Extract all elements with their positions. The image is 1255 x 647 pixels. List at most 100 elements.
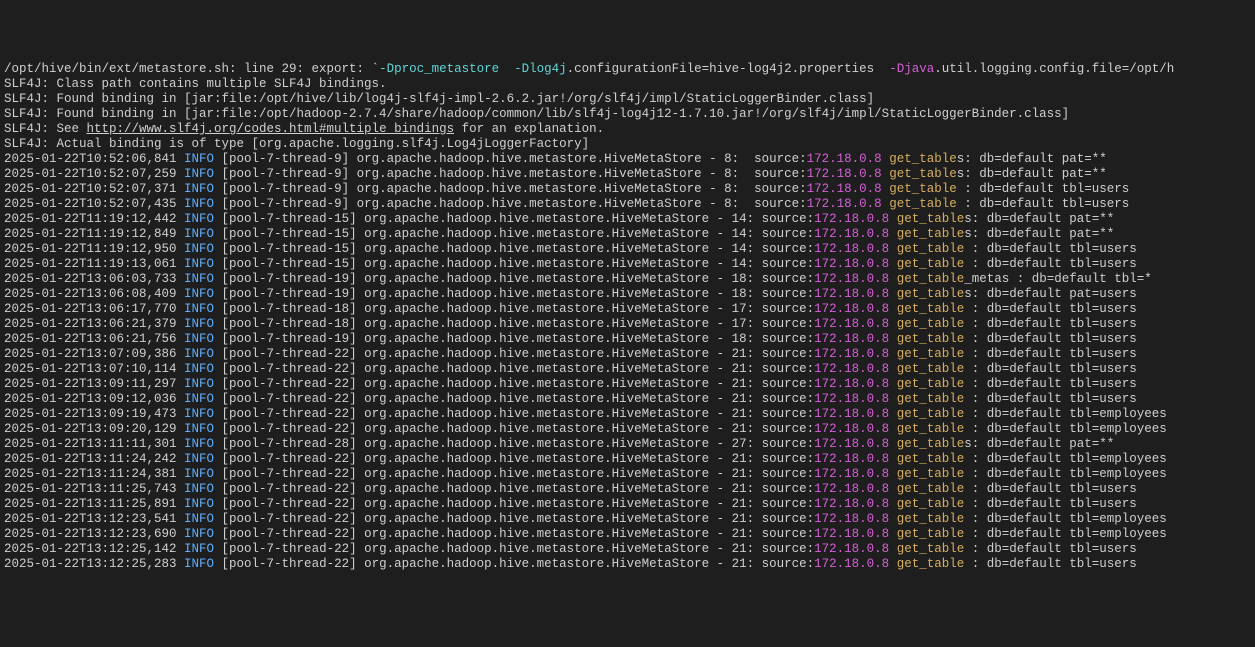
log-level: INFO [184,332,214,346]
log-text [889,272,897,286]
log-line: 2025-01-22T10:52:07,371 INFO [pool-7-thr… [4,182,1251,197]
log-class: org.apache.hadoop.hive.metastore.HiveMet… [357,482,755,496]
log-params: : db=default tbl=users [964,377,1137,391]
log-text [889,392,897,406]
log-level: INFO [184,542,214,556]
log-line: 2025-01-22T13:06:03,733 INFO [pool-7-thr… [4,272,1251,287]
log-level: INFO [184,467,214,481]
log-action: get_table [897,527,965,541]
log-line: 2025-01-22T10:52:07,259 INFO [pool-7-thr… [4,167,1251,182]
log-line: 2025-01-22T11:19:13,061 INFO [pool-7-thr… [4,257,1251,272]
log-line: 2025-01-22T13:06:17,770 INFO [pool-7-thr… [4,302,1251,317]
log-source-ip: 172.18.0.8 [814,347,889,361]
log-class: org.apache.hadoop.hive.metastore.HiveMet… [357,272,755,286]
log-thread: [pool-7-thread-22] [214,452,357,466]
log-thread: [pool-7-thread-15] [214,242,357,256]
log-text [889,257,897,271]
log-params: : db=default tbl=users [964,362,1137,376]
log-action: get_table [897,497,965,511]
terminal-output[interactable]: /opt/hive/bin/ext/metastore.sh: line 29:… [4,62,1251,572]
log-thread: [pool-7-thread-15] [214,227,357,241]
log-source-label: source: [754,422,814,436]
log-class: org.apache.hadoop.hive.metastore.HiveMet… [357,152,747,166]
log-line: 2025-01-22T13:09:11,297 INFO [pool-7-thr… [4,377,1251,392]
log-text: for an explanation. [454,122,604,136]
log-timestamp: 2025-01-22T11:19:12,442 [4,212,184,226]
log-thread: [pool-7-thread-22] [214,527,357,541]
log-source-ip: 172.18.0.8 [814,212,889,226]
log-level: INFO [184,407,214,421]
log-class: org.apache.hadoop.hive.metastore.HiveMet… [357,287,755,301]
log-action: get_table [897,332,965,346]
log-line: SLF4J: Found binding in [jar:file:/opt/h… [4,92,1251,107]
log-action: get_table [897,437,965,451]
log-params: : db=default tbl=employees [964,512,1167,526]
log-params: : db=default tbl=users [957,182,1130,196]
log-class: org.apache.hadoop.hive.metastore.HiveMet… [357,452,755,466]
log-class: org.apache.hadoop.hive.metastore.HiveMet… [357,422,755,436]
log-thread: [pool-7-thread-28] [214,437,357,451]
log-timestamp: 2025-01-22T13:07:10,114 [4,362,184,376]
log-action: get_table [897,287,965,301]
jvm-option: -Djava [889,62,934,76]
log-source-label: source: [754,332,814,346]
log-action: get_table [889,152,957,166]
log-level: INFO [184,437,214,451]
log-thread: [pool-7-thread-19] [214,272,357,286]
log-line: 2025-01-22T13:12:23,541 INFO [pool-7-thr… [4,512,1251,527]
log-params: : db=default tbl=employees [964,407,1167,421]
log-source-ip: 172.18.0.8 [807,197,882,211]
log-text [889,527,897,541]
log-action: get_table [897,482,965,496]
log-timestamp: 2025-01-22T13:09:11,297 [4,377,184,391]
log-source-ip: 172.18.0.8 [814,242,889,256]
log-params: _metas : db=default tbl=* [964,272,1152,286]
log-source-label: source: [747,182,807,196]
log-level: INFO [184,557,214,571]
log-timestamp: 2025-01-22T10:52:07,259 [4,167,184,181]
log-source-ip: 172.18.0.8 [814,452,889,466]
log-thread: [pool-7-thread-19] [214,287,357,301]
log-params: : db=default tbl=users [964,257,1137,271]
log-timestamp: 2025-01-22T13:06:03,733 [4,272,184,286]
log-level: INFO [184,272,214,286]
log-timestamp: 2025-01-22T10:52:06,841 [4,152,184,166]
log-class: org.apache.hadoop.hive.metastore.HiveMet… [357,257,755,271]
log-line: 2025-01-22T13:11:25,743 INFO [pool-7-thr… [4,482,1251,497]
log-source-label: source: [754,302,814,316]
log-action: get_table [897,452,965,466]
log-level: INFO [184,527,214,541]
log-class: org.apache.hadoop.hive.metastore.HiveMet… [357,497,755,511]
log-timestamp: 2025-01-22T13:06:17,770 [4,302,184,316]
log-action: get_table [897,407,965,421]
log-class: org.apache.hadoop.hive.metastore.HiveMet… [357,362,755,376]
log-params: s: db=default pat=** [964,227,1114,241]
slf4j-docs-link[interactable]: http://www.slf4j.org/codes.html#multiple… [87,122,455,136]
log-line: 2025-01-22T11:19:12,442 INFO [pool-7-thr… [4,212,1251,227]
log-thread: [pool-7-thread-9] [214,152,357,166]
log-timestamp: 2025-01-22T13:09:19,473 [4,407,184,421]
log-level: INFO [184,167,214,181]
log-action: get_table [897,257,965,271]
log-line: 2025-01-22T13:06:08,409 INFO [pool-7-thr… [4,287,1251,302]
log-level: INFO [184,287,214,301]
log-action: get_table [889,167,957,181]
log-class: org.apache.hadoop.hive.metastore.HiveMet… [357,437,755,451]
log-source-ip: 172.18.0.8 [814,527,889,541]
log-source-ip: 172.18.0.8 [814,557,889,571]
log-timestamp: 2025-01-22T13:09:20,129 [4,422,184,436]
log-text [889,347,897,361]
log-source-ip: 172.18.0.8 [807,182,882,196]
log-timestamp: 2025-01-22T13:11:11,301 [4,437,184,451]
log-source-label: source: [754,497,814,511]
log-class: org.apache.hadoop.hive.metastore.HiveMet… [357,347,755,361]
log-thread: [pool-7-thread-22] [214,467,357,481]
log-source-ip: 172.18.0.8 [814,362,889,376]
log-text: /opt/hive/bin/ext/metastore.sh: line 29:… [4,62,379,76]
log-source-ip: 172.18.0.8 [814,287,889,301]
log-timestamp: 2025-01-22T13:06:21,756 [4,332,184,346]
log-source-label: source: [754,527,814,541]
log-line: 2025-01-22T13:11:11,301 INFO [pool-7-thr… [4,437,1251,452]
log-text [889,422,897,436]
log-level: INFO [184,197,214,211]
